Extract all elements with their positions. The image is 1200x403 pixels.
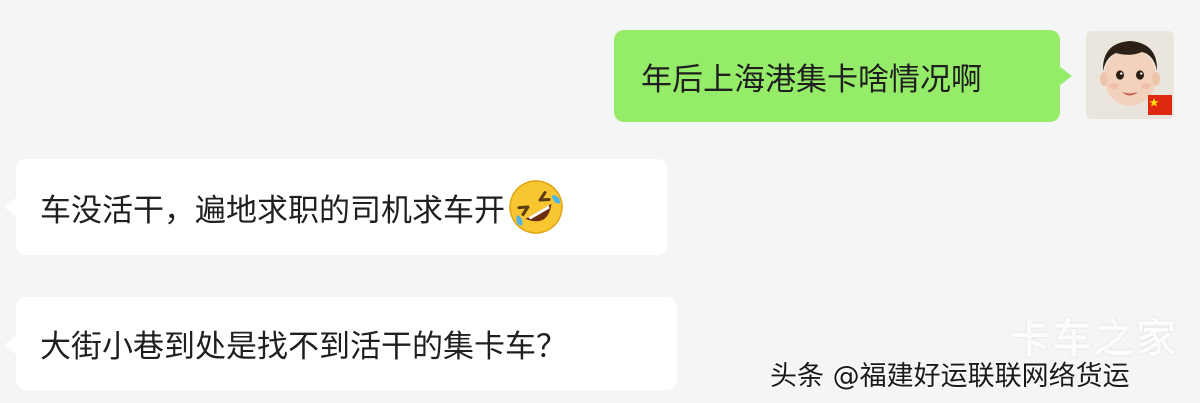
user-avatar[interactable] — [1086, 31, 1174, 119]
sent-message-bubble[interactable]: 年后上海港集卡啥情况啊 — [614, 30, 1072, 122]
source-attribution: 头条 @福建好运联联网络货运 — [770, 361, 1130, 392]
message-text: 大街小巷到处是找不到活干的集卡车？ — [40, 329, 567, 365]
chat-screen: { "messages": [ {"sender": "self", "text… — [0, 0, 1200, 403]
received-message-bubble[interactable]: 车没活干，遍地求职的司机求车开 — [4, 159, 667, 255]
avatar-image — [1086, 31, 1174, 119]
rolling-on-floor-laughing-icon — [507, 178, 565, 236]
received-message-bubble[interactable]: 大街小巷到处是找不到活干的集卡车？ — [4, 297, 677, 390]
message-text: 车没活干，遍地求职的司机求车开 — [40, 192, 505, 229]
message-text: 年后上海港集卡啥情况啊 — [641, 61, 982, 98]
